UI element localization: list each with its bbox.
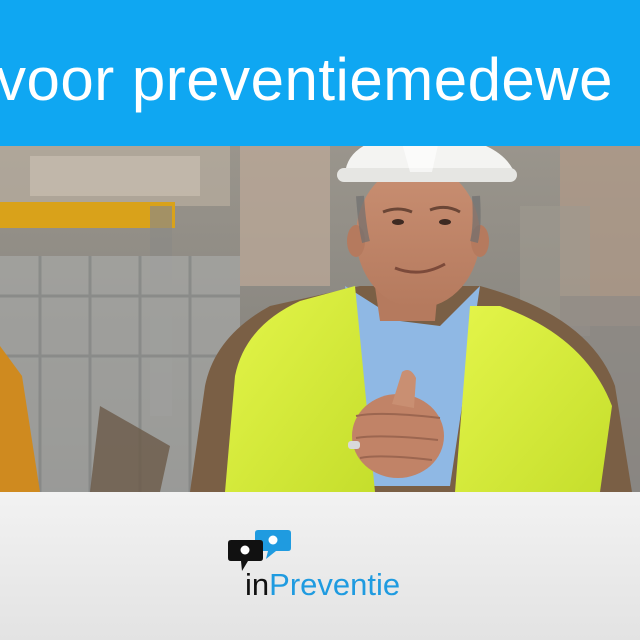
inpreventie-logo: inPreventie [228, 528, 428, 608]
title-banner: voor preventiemedewe [0, 0, 640, 146]
logo-wordmark: inPreventie [245, 567, 400, 603]
logo-name: Preventie [269, 567, 401, 602]
banner-title: voor preventiemedewe [0, 46, 614, 113]
hero-photo [0, 146, 640, 492]
worker-photo-illustration [0, 146, 640, 492]
logo-prefix: in [245, 567, 270, 602]
footer-area: inPreventie [0, 492, 640, 640]
